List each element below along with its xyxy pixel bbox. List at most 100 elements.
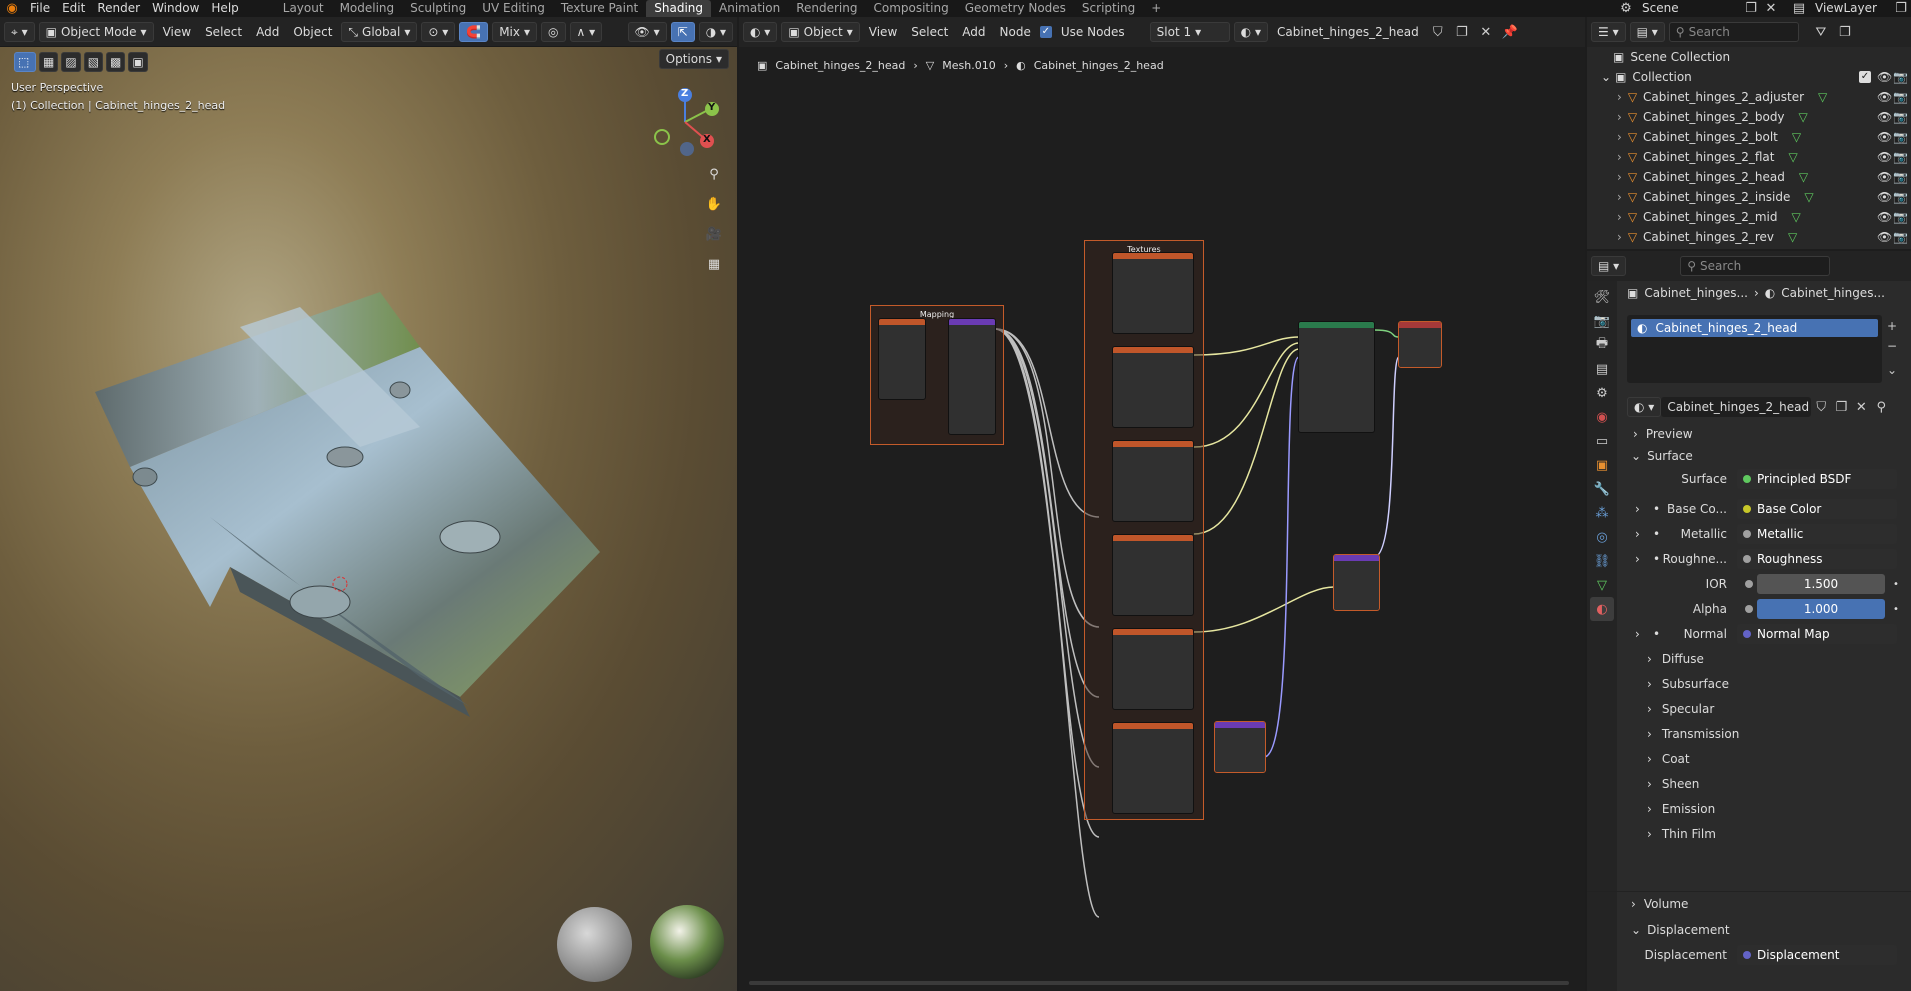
slot-remove-button[interactable]: − <box>1887 339 1897 353</box>
normal-map-node[interactable] <box>1214 721 1266 773</box>
object-mode-dropdown[interactable]: ▣ Object Mode ▾ <box>38 21 154 42</box>
node-editor[interactable]: ▣ Cabinet_hinges_2_head › ▽ Mesh.010 › ◐… <box>739 47 1585 991</box>
visibility-eye-icon[interactable]: 👁 <box>1877 150 1892 164</box>
image-texture-ambient-occlusion-node[interactable] <box>1113 253 1193 333</box>
tab-layout[interactable]: Layout <box>275 0 332 17</box>
expand-chevron-icon[interactable]: › <box>1635 627 1640 641</box>
menu-window[interactable]: Window <box>146 0 205 17</box>
transform-orientation-dropdown[interactable]: ⤡ Global ▾ <box>341 21 418 42</box>
subpanel-header[interactable]: › Transmission <box>1587 722 1911 746</box>
overlay-toggle[interactable]: ◑ ▾ <box>698 21 733 42</box>
visibility-eye-icon[interactable]: 👁 <box>1877 210 1892 224</box>
menu-file[interactable]: File <box>24 0 56 17</box>
node-menu-view[interactable]: View <box>864 25 902 39</box>
blender-logo-icon[interactable]: ◉ <box>0 0 24 19</box>
collection-checkbox[interactable]: ✓ <box>1859 71 1871 83</box>
render-camera-icon[interactable]: 📷 <box>1893 110 1908 124</box>
render-camera-icon[interactable]: 📷 <box>1893 210 1908 224</box>
material-fake-user-icon[interactable]: ⛉ <box>1811 397 1831 417</box>
outliner-item[interactable]: › ▽ Cabinet_hinges_2_rev ▽ 👁 📷 <box>1587 227 1911 247</box>
collection-visibility-icon[interactable]: 👁 <box>1877 70 1892 84</box>
subpanel-header[interactable]: › Subsurface <box>1587 672 1911 696</box>
filter-icon[interactable]: ⛛ <box>1811 22 1831 42</box>
new-scene-icon[interactable]: ❐ <box>1741 0 1761 19</box>
pin-icon[interactable]: 📌 <box>1500 22 1520 42</box>
gizmo-toggle[interactable]: ⇱ <box>670 21 695 42</box>
add-workspace-icon[interactable]: + <box>1143 0 1169 17</box>
material-duplicate-icon[interactable]: ❐ <box>1831 397 1851 417</box>
proportional-editing-toggle[interactable]: ◎ <box>541 21 566 42</box>
node-menu-add[interactable]: Add <box>957 25 990 39</box>
outliner-search-field[interactable]: ⚲ Search <box>1668 22 1799 42</box>
visibility-eye-icon[interactable]: 👁 <box>1877 130 1892 144</box>
slot-dropdown[interactable]: Slot 1 ▾ <box>1149 22 1230 42</box>
expand-chevron-icon[interactable]: › <box>1617 170 1622 184</box>
material-unlink-icon[interactable]: ✕ <box>1851 397 1871 417</box>
material-name-field[interactable]: Cabinet_hinges_2_head <box>1272 25 1424 39</box>
hinge-model[interactable] <box>0 47 737 991</box>
visibility-eye-icon[interactable]: 👁 <box>1877 170 1892 184</box>
subpanel-header[interactable]: › Sheen <box>1587 772 1911 796</box>
node-editor-type-button[interactable]: ◐ ▾ <box>743 22 778 42</box>
outliner-item[interactable]: › ▽ Cabinet_hinges_2_adjuster ▽ 👁 📷 <box>1587 87 1911 107</box>
fake-user-shield-icon[interactable]: ⛉ <box>1428 22 1448 42</box>
camera-icon[interactable]: 🎥 <box>704 224 724 244</box>
output-tab-icon[interactable]: 🖶 <box>1590 333 1614 357</box>
viewport-menu-view[interactable]: View <box>158 25 196 39</box>
node-menu-select[interactable]: Select <box>906 25 953 39</box>
use-nodes-checkbox[interactable]: ✓ <box>1039 26 1052 38</box>
image-texture-displacement-node[interactable] <box>1113 629 1193 709</box>
render-camera-icon[interactable]: 📷 <box>1893 130 1908 144</box>
texture-coordinate-node[interactable] <box>879 319 925 399</box>
tab-shading[interactable]: Shading <box>646 0 711 17</box>
new-view-layer-icon[interactable]: ❐ <box>1891 0 1911 19</box>
tab-compositing[interactable]: Compositing <box>865 0 956 17</box>
tab-rendering[interactable]: Rendering <box>788 0 865 17</box>
menu-render[interactable]: Render <box>91 0 146 17</box>
render-camera-icon[interactable]: 📷 <box>1893 90 1908 104</box>
slot-menu-chevron-icon[interactable]: ⌄ <box>1887 363 1897 377</box>
expand-chevron-icon[interactable]: › <box>1635 527 1640 541</box>
image-texture-roughness-node[interactable] <box>1113 535 1193 615</box>
outliner-editor-type-button[interactable]: ☰ ▾ <box>1591 22 1626 42</box>
delete-scene-icon[interactable]: ✕ <box>1761 0 1781 19</box>
outliner-display-mode-button[interactable]: ▤ ▾ <box>1629 22 1665 42</box>
properties-search-field[interactable]: ⚲ Search <box>1680 256 1831 276</box>
ior-value-field[interactable]: 1.500 <box>1757 574 1885 594</box>
roughness-field[interactable]: Roughness <box>1737 549 1897 569</box>
preview-panel-header[interactable]: › Preview <box>1587 422 1911 446</box>
visibility-eye-icon[interactable]: 👁 <box>1877 90 1892 104</box>
surface-panel-header[interactable]: ⌄ Surface <box>1587 444 1911 468</box>
expand-chevron-icon[interactable]: › <box>1617 110 1622 124</box>
expand-chevron-icon[interactable]: › <box>1635 552 1640 566</box>
visibility-eye-icon[interactable]: 👁 <box>1877 110 1892 124</box>
slot-add-button[interactable]: + <box>1887 319 1897 333</box>
tab-uv-editing[interactable]: UV Editing <box>474 0 553 17</box>
material-browse-button[interactable]: ◐ ▾ <box>1233 22 1268 42</box>
subpanel-header[interactable]: › Emission <box>1587 797 1911 821</box>
expand-chevron-icon[interactable]: › <box>1617 210 1622 224</box>
outliner-item[interactable]: › ▽ Cabinet_hinges_2_flat ▽ 👁 📷 <box>1587 147 1911 167</box>
pan-hand-icon[interactable]: ✋ <box>704 194 724 214</box>
image-texture-base-color-node[interactable] <box>1113 347 1193 427</box>
node-menu-node[interactable]: Node <box>995 25 1036 39</box>
falloff-dropdown[interactable]: ∧ ▾ <box>569 21 603 42</box>
render-camera-icon[interactable]: 📷 <box>1893 150 1908 164</box>
scene-name[interactable]: Scene <box>1636 0 1741 17</box>
surface-shader-field[interactable]: Principled BSDF <box>1737 469 1897 489</box>
tool-tab-icon[interactable]: 🛠 <box>1590 285 1614 309</box>
image-texture-normal-node[interactable] <box>1113 723 1193 813</box>
mapping-node[interactable] <box>949 319 995 434</box>
base-color-field[interactable]: Base Color <box>1737 499 1897 519</box>
collection-row[interactable]: ⌄ ▣ Collection ✓ 👁 📷 <box>1587 67 1911 87</box>
tab-texture-paint[interactable]: Texture Paint <box>553 0 646 17</box>
subpanel-header[interactable]: › Diffuse <box>1587 647 1911 671</box>
menu-edit[interactable]: Edit <box>56 0 91 17</box>
scene-collection-row[interactable]: ▣ Scene Collection <box>1587 47 1911 67</box>
material-browse-dropdown[interactable]: ◐ ▾ <box>1627 397 1662 417</box>
material-datablock-field[interactable]: Cabinet_hinges_2_head <box>1661 397 1812 417</box>
outliner-item[interactable]: › ▽ Cabinet_hinges_2_bolt ▽ 👁 📷 <box>1587 127 1911 147</box>
tab-modeling[interactable]: Modeling <box>332 0 403 17</box>
grid-perspective-icon[interactable]: ▦ <box>704 254 724 274</box>
visibility-dropdown[interactable]: 👁 ▾ <box>627 21 667 42</box>
